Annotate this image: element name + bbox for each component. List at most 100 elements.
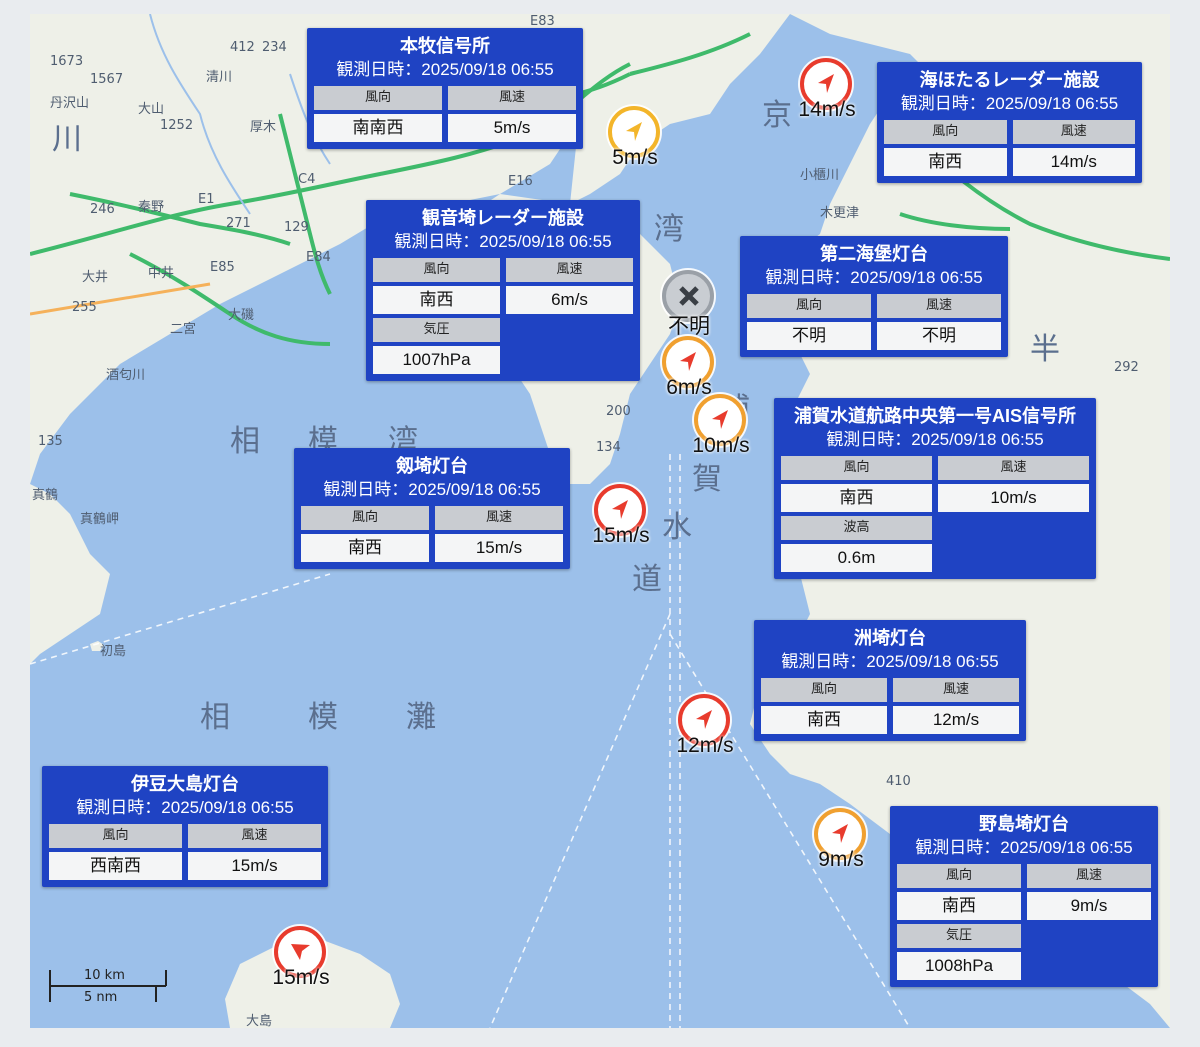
wind-direction-header: 風向 <box>314 86 442 110</box>
marker-speed-label: 不明 <box>668 315 710 338</box>
wind-direction-value: 南西 <box>781 484 932 512</box>
map-label-peak-200: 200 <box>606 404 631 419</box>
map-label-sagami-nada-2: 模 <box>308 700 340 735</box>
map-viewport[interactable]: 相 模 湾 相 模 灘 浦 賀 水 道 京 湾 半 川 丹沢山 大山 清川 厚木… <box>30 14 1170 1028</box>
station-name: 観音埼レーダー施設 <box>422 208 584 228</box>
wind-arrow-icon <box>832 824 848 843</box>
wind-speed-value: 6m/s <box>506 286 633 314</box>
pressure-header: 気圧 <box>897 924 1021 948</box>
map-label-route-255: 255 <box>72 300 97 315</box>
map-label-tanzawa: 丹沢山 <box>50 96 90 111</box>
station-name: 海ほたるレーダー施設 <box>919 70 1100 90</box>
wind-arrow-icon <box>696 710 712 729</box>
station-name: 本牧信号所 <box>400 36 490 56</box>
wind-direction-value: 南西 <box>373 286 500 314</box>
map-label-river: 川 <box>52 122 84 157</box>
wave-height-header: 波高 <box>781 516 932 540</box>
station-card-honmoku[interactable]: 本牧信号所 観測日時：2025/09/18 06:55 風向 風速 南南西 5m… <box>307 28 583 149</box>
station-card-tsurugizaki[interactable]: 剱埼灯台 観測日時：2025/09/18 06:55 風向 風速 南西 15m/… <box>294 448 570 569</box>
map-label-route-e85: E85 <box>210 260 235 275</box>
pressure-header: 気圧 <box>373 318 500 342</box>
station-card-uraga-ais[interactable]: 浦賀水道航路中央第一号AIS信号所 観測日時：2025/09/18 06:55 … <box>774 398 1096 579</box>
station-card-nojimazaki[interactable]: 野島埼灯台 観測日時：2025/09/18 06:55 風向 風速 南西 9m/… <box>890 806 1158 987</box>
empty-cell <box>1027 924 1151 948</box>
unknown-x-icon <box>679 286 699 306</box>
map-label-route-e16: E16 <box>508 174 533 189</box>
station-card-umihotaru[interactable]: 海ほたるレーダー施設 観測日時：2025/09/18 06:55 風向 風速 南… <box>877 62 1142 183</box>
wind-direction-header: 風向 <box>373 258 500 282</box>
marker-speed-label: 10m/s <box>692 434 750 457</box>
map-label-route-271: 271 <box>226 216 251 231</box>
scale-km-label: 10 km <box>84 968 125 983</box>
wind-direction-value: 南西 <box>884 148 1007 176</box>
station-card-kannonzaki[interactable]: 観音埼レーダー施設 観測日時：2025/09/18 06:55 風向 風速 南西… <box>366 200 640 381</box>
map-label-nakai: 中井 <box>148 266 175 281</box>
station-card-sunosaki[interactable]: 洲埼灯台 観測日時：2025/09/18 06:55 風向 風速 南西 12m/… <box>754 620 1026 741</box>
wind-direction-value: 南西 <box>761 706 887 734</box>
station-marker-honmoku[interactable]: 5m/s <box>580 106 690 186</box>
map-label-ninomiya: 二宮 <box>170 322 197 337</box>
station-name: 剱埼灯台 <box>396 456 468 476</box>
wind-speed-header: 風速 <box>938 456 1089 480</box>
marker-speed-label: 15m/s <box>272 966 330 989</box>
wind-speed-value: 不明 <box>877 322 1001 350</box>
map-label-oyama: 大山 <box>138 102 165 117</box>
station-card-daini-kaiho[interactable]: 第二海堡灯台 観測日時：2025/09/18 06:55 風向 風速 不明 不明 <box>740 236 1008 357</box>
map-label-peak-1673: 1673 <box>50 54 84 69</box>
observation-time: 観測日時：2025/09/18 06:55 <box>900 94 1119 113</box>
wind-speed-header: 風速 <box>188 824 321 848</box>
empty-cell <box>938 544 1089 572</box>
map-label-route-410: 410 <box>886 774 911 789</box>
wind-direction-value: 南西 <box>897 892 1021 920</box>
wind-direction-header: 風向 <box>49 824 182 848</box>
station-marker-uraga-ais[interactable]: 10m/s <box>666 394 776 474</box>
empty-cell <box>506 346 633 374</box>
map-label-tokyo-bay-2: 湾 <box>654 212 686 247</box>
wind-direction-header: 風向 <box>761 678 887 702</box>
map-label-route-134: 134 <box>596 440 621 455</box>
observation-time: 観測日時：2025/09/18 06:55 <box>826 430 1044 449</box>
wind-speed-header: 風速 <box>1012 120 1135 144</box>
wind-direction-header: 風向 <box>897 864 1021 888</box>
station-marker-tsurugizaki[interactable]: 15m/s <box>566 484 676 564</box>
wind-speed-value: 10m/s <box>938 484 1089 512</box>
map-label-manazuru-cape: 真鶴岬 <box>80 512 120 527</box>
map-label-hatsushima: 初島 <box>100 644 127 659</box>
wind-direction-value: 南西 <box>301 534 429 562</box>
wind-arrow-icon <box>291 944 310 960</box>
map-label-route-412: 412 <box>230 40 255 55</box>
station-card-izu-oshima[interactable]: 伊豆大島灯台 観測日時：2025/09/18 06:55 風向 風速 西南西 1… <box>42 766 328 887</box>
map-label-atsugi: 厚木 <box>250 120 277 135</box>
wind-speed-header: 風速 <box>877 294 1001 318</box>
map-label-peak-1567: 1567 <box>90 72 124 87</box>
map-label-route-c4: C4 <box>298 172 316 187</box>
wind-speed-header: 風速 <box>506 258 633 282</box>
observation-time: 観測日時：2025/09/18 06:55 <box>336 60 554 79</box>
wind-arrow-icon <box>626 122 642 141</box>
map-label-route-234: 234 <box>262 40 287 55</box>
station-marker-nojimazaki[interactable]: 9m/s <box>786 808 896 888</box>
scale-bar: 10 km 5 nm <box>48 964 168 1008</box>
station-name: 洲埼灯台 <box>854 628 926 648</box>
map-label-oi: 大井 <box>82 270 109 285</box>
wind-speed-header: 風速 <box>448 86 576 110</box>
map-label-manazuru: 真鶴 <box>32 488 59 503</box>
map-label-oshima-town: 大島 <box>246 1014 273 1028</box>
marker-speed-label: 9m/s <box>818 848 864 871</box>
marker-speed-label: 5m/s <box>612 146 658 169</box>
marker-speed-label: 12m/s <box>676 734 734 757</box>
wind-speed-value: 14m/s <box>1012 148 1135 176</box>
wind-direction-header: 風向 <box>781 456 932 480</box>
observation-time: 観測日時：2025/09/18 06:55 <box>915 838 1133 857</box>
station-marker-sunosaki[interactable]: 12m/s <box>650 694 760 774</box>
map-label-kisarazu: 木更津 <box>820 206 860 221</box>
map-label-route-129: 129 <box>284 220 309 235</box>
station-marker-izu-oshima[interactable]: 15m/s <box>246 926 356 1006</box>
station-name: 第二海堡灯台 <box>820 244 928 264</box>
station-marker-umihotaru[interactable]: 14m/s <box>772 58 882 138</box>
map-label-oiso: 大磯 <box>228 308 255 323</box>
map-label-peak-1252: 1252 <box>160 118 194 133</box>
wind-speed-value: 12m/s <box>893 706 1019 734</box>
wind-direction-value: 南南西 <box>314 114 442 142</box>
station-marker-daini-kaiho[interactable]: 不明 <box>634 270 744 350</box>
